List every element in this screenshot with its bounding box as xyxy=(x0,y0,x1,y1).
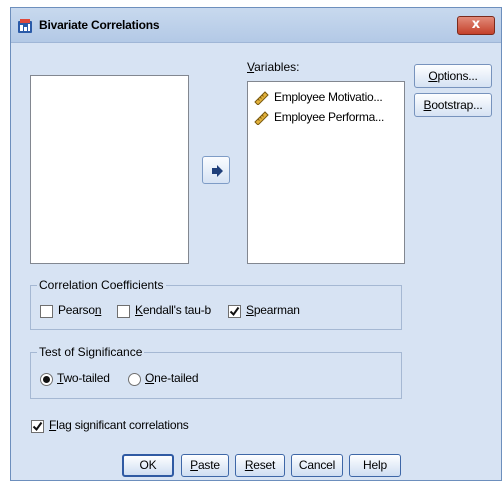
flag-significant-label[interactable]: Flag significant correlations xyxy=(49,418,189,432)
flag-significant-checkbox[interactable] xyxy=(31,420,44,433)
source-variable-list[interactable] xyxy=(30,75,189,264)
checkmark-icon xyxy=(32,421,43,432)
spearman-checkbox[interactable] xyxy=(228,305,241,318)
close-icon: x xyxy=(471,17,481,32)
scale-ruler-icon xyxy=(254,111,269,125)
spearman-label[interactable]: Spearman xyxy=(246,303,300,317)
paste-button[interactable]: Paste xyxy=(181,454,229,477)
correlation-coefficients-group: Correlation Coefficients Pearson Kendall… xyxy=(30,278,402,330)
test-of-significance-title: Test of Significance xyxy=(37,345,145,359)
variables-list[interactable]: Employee Motivatio... Employee Performa.… xyxy=(247,81,405,264)
two-tailed-radio[interactable] xyxy=(40,373,53,386)
radio-selected-dot xyxy=(43,376,50,383)
bootstrap-button[interactable]: Bootstrap... xyxy=(414,93,492,117)
test-of-significance-group: Test of Significance Two-tailed One-tail… xyxy=(30,345,402,399)
pearson-checkbox[interactable] xyxy=(40,305,53,318)
scale-ruler-icon xyxy=(254,91,269,105)
checkmark-icon xyxy=(229,306,240,317)
two-tailed-label[interactable]: Two-tailed xyxy=(57,371,110,385)
cancel-button[interactable]: Cancel xyxy=(291,454,343,477)
reset-button[interactable]: Reset xyxy=(235,454,285,477)
kendall-checkbox[interactable] xyxy=(117,305,130,318)
move-to-variables-button[interactable] xyxy=(202,156,230,184)
arrow-right-icon xyxy=(212,165,223,177)
bivariate-correlations-dialog: Bivariate Correlations x Variables: Empl… xyxy=(10,7,502,481)
pearson-label[interactable]: Pearson xyxy=(58,303,102,317)
options-button[interactable]: Options... xyxy=(414,64,492,88)
one-tailed-radio[interactable] xyxy=(128,373,141,386)
help-button[interactable]: Help xyxy=(349,454,401,477)
one-tailed-label[interactable]: One-tailed xyxy=(145,371,199,385)
correlation-coefficients-title: Correlation Coefficients xyxy=(37,278,166,292)
kendall-label[interactable]: Kendall's tau-b xyxy=(135,303,211,317)
dialog-title: Bivariate Correlations xyxy=(39,18,160,32)
ok-button[interactable]: OK xyxy=(122,454,174,477)
variables-label: Variables: xyxy=(247,60,300,74)
spss-dialog-icon xyxy=(18,19,32,33)
variable-name: Employee Performa... xyxy=(274,110,385,124)
close-button[interactable]: x xyxy=(457,16,495,35)
variable-name: Employee Motivatio... xyxy=(274,90,383,104)
title-bar[interactable]: Bivariate Correlations x xyxy=(11,8,501,43)
